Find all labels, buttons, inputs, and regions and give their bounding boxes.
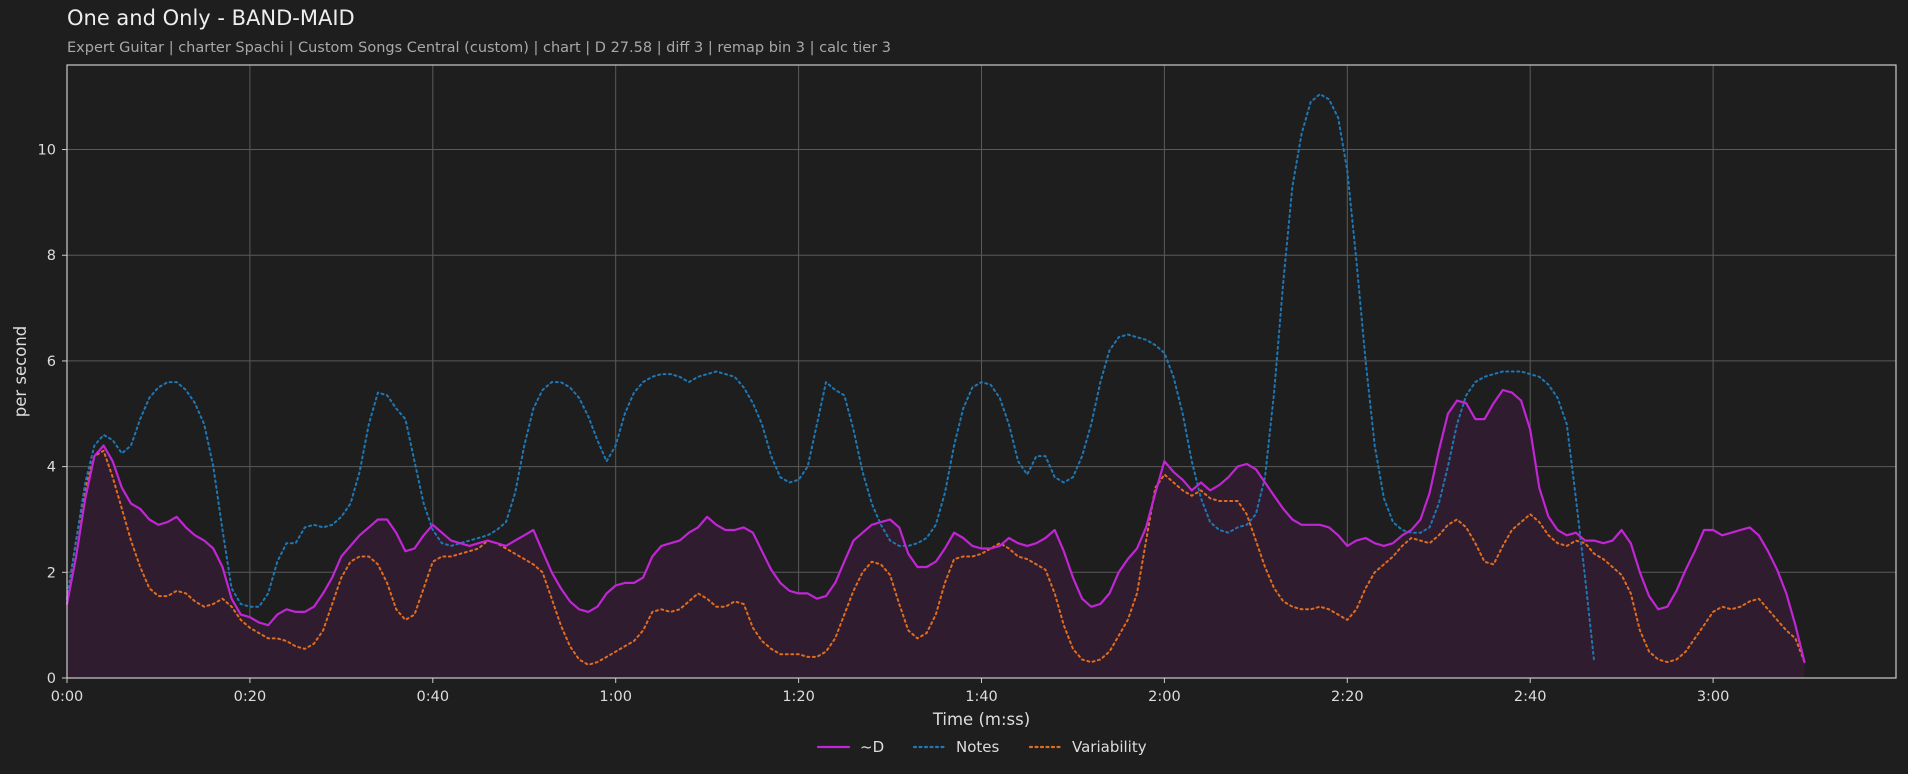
y-tick-label: 6 <box>47 354 56 370</box>
legend: ~D Notes Variability <box>816 738 1147 756</box>
y-tick-label: 2 <box>47 565 56 581</box>
x-tick-label: 2:40 <box>1514 689 1547 705</box>
x-tick-label: 0:40 <box>417 689 450 705</box>
legend-label: Variability <box>1072 738 1147 756</box>
legend-item: Variability <box>1028 738 1147 756</box>
x-tick-label: 2:00 <box>1148 689 1181 705</box>
legend-label: ~D <box>860 738 884 756</box>
y-tick-label: 4 <box>47 460 56 476</box>
x-tick-label: 2:20 <box>1331 689 1364 705</box>
y-tick-label: 8 <box>47 248 56 264</box>
x-tick-label: 1:00 <box>599 689 632 705</box>
x-tick-label: 0:00 <box>51 689 84 705</box>
legend-item: ~D <box>816 738 884 756</box>
y-tick-label: 0 <box>47 671 56 687</box>
x-axis-label: Time (m:ss) <box>932 710 1030 729</box>
y-tick-label: 10 <box>38 143 56 159</box>
legend-label: Notes <box>956 738 1000 756</box>
x-tick-label: 1:20 <box>782 689 815 705</box>
x-tick-label: 1:40 <box>965 689 998 705</box>
x-tick-label: 0:20 <box>234 689 267 705</box>
y-axis-label: per second <box>11 326 30 418</box>
x-tick-label: 3:00 <box>1697 689 1730 705</box>
legend-item: Notes <box>912 738 1000 756</box>
chart-svg: 0:00 0:20 0:40 1:00 1:20 1:40 2:00 2:20 2:40 3:00… <box>11 64 1897 756</box>
